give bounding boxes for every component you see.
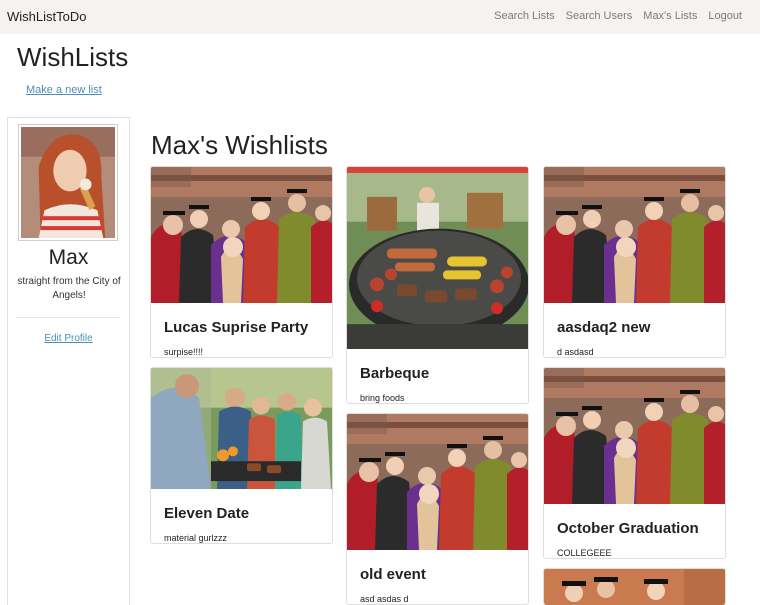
- card-image: [151, 368, 333, 489]
- avatar: [18, 124, 118, 241]
- card-description: d asdasd: [557, 347, 594, 357]
- make-new-list-link[interactable]: Make a new list: [26, 84, 102, 96]
- wishlist-card[interactable]: [543, 568, 726, 605]
- nav-logout[interactable]: Logout: [708, 10, 742, 22]
- profile-bio: straight from the City of Angels!: [17, 276, 121, 301]
- profile-panel: Max straight from the City of Angels! Ed…: [7, 117, 130, 605]
- wishlist-card[interactable]: Lucas Suprise Party surpise!!!!: [150, 166, 333, 358]
- card-title: Barbeque: [360, 365, 430, 382]
- nav-search-users[interactable]: Search Users: [566, 10, 633, 22]
- nav-search-lists[interactable]: Search Lists: [494, 10, 555, 22]
- card-title: aasdaq2 new: [557, 319, 651, 336]
- card-image: [544, 569, 725, 605]
- page-title: WishLists: [17, 42, 129, 72]
- card-title: Lucas Suprise Party: [164, 319, 309, 336]
- card-title: October Graduation: [557, 520, 699, 537]
- wishlist-card[interactable]: October Graduation COLLEGEEE: [543, 367, 726, 559]
- section-title: Max's Wishlists: [151, 130, 328, 160]
- card-description: material gurlzzz: [164, 533, 228, 543]
- card-image: [151, 167, 333, 303]
- card-description: COLLEGEEE: [557, 548, 612, 558]
- card-image: [544, 368, 726, 504]
- wishlist-card[interactable]: old event asd asdas d: [346, 413, 529, 605]
- card-image: [347, 167, 529, 349]
- avatar-photo: [21, 127, 115, 238]
- card-description: surpise!!!!: [164, 347, 204, 357]
- card-title: Eleven Date: [164, 505, 250, 522]
- profile-divider: [16, 317, 120, 318]
- nav-my-lists[interactable]: Max's Lists: [643, 10, 697, 22]
- edit-profile-link[interactable]: Edit Profile: [8, 333, 129, 344]
- brand-logo[interactable]: WishListToDo: [7, 9, 86, 24]
- nav-links: Search Lists Search Users Max's Lists Lo…: [494, 10, 742, 22]
- wishlist-card[interactable]: aasdaq2 new d asdasd: [543, 166, 726, 358]
- card-image: [544, 167, 726, 303]
- card-image: [347, 414, 529, 550]
- profile-name: Max: [48, 246, 89, 269]
- card-description: bring foods: [360, 393, 405, 403]
- card-title: old event: [360, 566, 426, 583]
- card-description: asd asdas d: [360, 594, 409, 604]
- wishlist-card[interactable]: Barbeque bring foods: [346, 166, 529, 404]
- top-navbar: WishListToDo Search Lists Search Users M…: [0, 0, 760, 34]
- wishlist-card[interactable]: Eleven Date material gurlzzz: [150, 367, 333, 544]
